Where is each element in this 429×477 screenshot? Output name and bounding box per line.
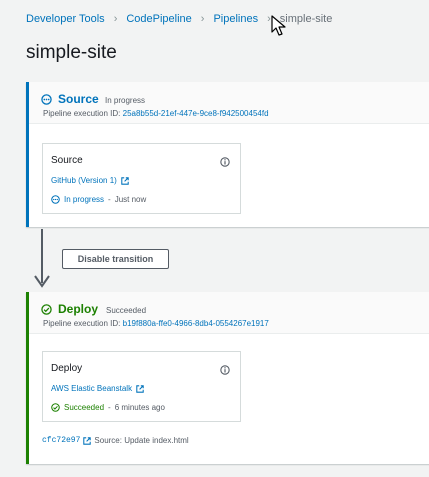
stage-deploy: Deploy Succeeded Pipeline execution ID: … [26,292,429,464]
execution-id-label: Pipeline execution ID: [43,109,121,118]
source-revision: cfc72e97 Source: Update index.html [42,436,189,445]
action-name: Deploy [51,363,83,374]
breadcrumb-pipelines[interactable]: Pipelines [213,13,258,25]
external-link-icon [136,384,144,393]
action-status-time: 6 minutes ago [114,403,165,412]
stage-name: Deploy [58,302,99,316]
breadcrumb-current: simple-site [279,13,333,25]
status-separator: - [108,195,111,204]
execution-id-link[interactable]: 25a8b55d-21ef-447e-9ce8-f942500454fd [123,109,269,118]
chevron-right-icon: › [200,13,205,25]
action-status: In progress - Just now [51,195,146,204]
stage-header: Source In progress Pipeline execution ID… [29,82,429,124]
action-name: Source [51,155,83,166]
external-link-icon [121,176,129,185]
stage-status: In progress [105,96,146,105]
action-card: Source GitHub (Version 1) In progress - … [42,143,241,214]
provider-label: GitHub (Version 1) [51,176,117,185]
in-progress-icon [41,94,52,105]
stage-status: Succeeded [106,306,147,315]
success-icon [51,403,60,412]
execution-id-line: Pipeline execution ID: 25a8b55d-21ef-447… [43,109,269,118]
breadcrumb-codepipeline[interactable]: CodePipeline [126,13,191,25]
action-status-text: Succeeded [64,403,105,412]
transition-arrow-icon [34,229,50,288]
success-icon [41,304,52,315]
external-link-icon[interactable] [83,436,92,445]
action-status: Succeeded - 6 minutes ago [51,403,165,412]
stage-name: Source [58,92,99,106]
stage-header: Deploy Succeeded Pipeline execution ID: … [29,292,429,334]
in-progress-icon [51,195,60,204]
execution-id-line: Pipeline execution ID: b19f880a-ffe0-496… [43,319,269,328]
provider-link[interactable]: GitHub (Version 1) [51,176,129,185]
provider-link[interactable]: AWS Elastic Beanstalk [51,384,144,393]
disable-transition-button[interactable]: Disable transition [62,249,169,269]
provider-label: AWS Elastic Beanstalk [51,384,133,393]
page-title: simple-site [26,42,117,63]
status-separator: - [108,403,111,412]
action-card: Deploy AWS Elastic Beanstalk Succeeded -… [42,351,241,422]
commit-link[interactable]: cfc72e97 [42,436,80,445]
breadcrumb-developer-tools[interactable]: Developer Tools [26,13,105,25]
action-status-time: Just now [114,195,147,204]
action-status-text: In progress [64,195,105,204]
execution-id-label: Pipeline execution ID: [43,319,121,328]
execution-id-link[interactable]: b19f880a-ffe0-4966-8db4-0554267e1917 [123,319,269,328]
chevron-right-icon: › [113,13,118,25]
stage-source: Source In progress Pipeline execution ID… [26,82,429,227]
revision-summary: Source: Update index.html [94,436,189,445]
info-icon[interactable] [220,157,230,167]
info-icon[interactable] [220,365,230,375]
mouse-cursor-icon [271,15,286,36]
